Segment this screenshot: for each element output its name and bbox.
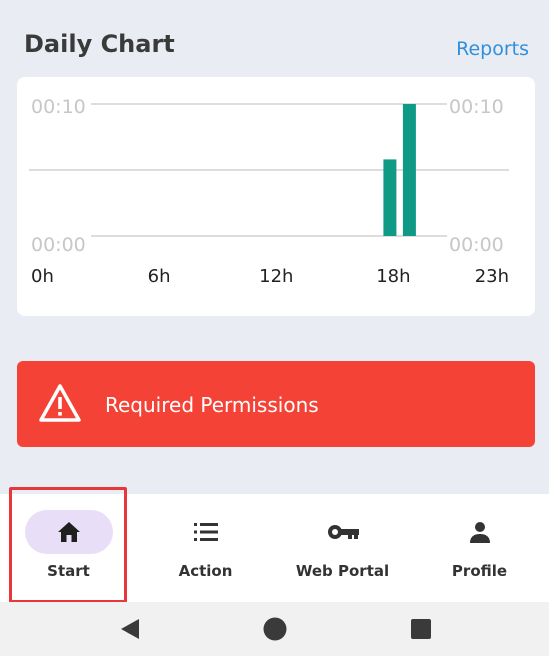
required-permissions-banner[interactable]: Required Permissions xyxy=(17,361,535,447)
nav-start-indicator xyxy=(24,510,113,554)
x-tick-label-12h: 12h xyxy=(259,266,293,287)
nav-item-profile[interactable]: Profile xyxy=(411,494,548,602)
y-right-label-bottom: 00:00 xyxy=(449,234,504,256)
home-circle-icon xyxy=(263,617,287,641)
x-tick-label-18h: 18h xyxy=(376,266,410,287)
y-left-label-bottom: 00:00 xyxy=(31,234,86,256)
nav-label-action: Action xyxy=(178,562,233,580)
page-title: Daily Chart xyxy=(24,30,175,58)
y-right-label-top: 00:10 xyxy=(449,96,504,118)
system-navigation-bar xyxy=(0,602,549,656)
key-icon xyxy=(327,525,359,539)
nav-label-profile: Profile xyxy=(451,562,508,580)
nav-item-action[interactable]: Action xyxy=(137,494,274,602)
chart-bar-17h xyxy=(383,159,397,236)
list-icon xyxy=(193,523,218,541)
bottom-navigation: Start Action Web Portal Profile xyxy=(0,494,549,602)
person-icon xyxy=(469,522,490,543)
nav-item-web-portal[interactable]: Web Portal xyxy=(274,494,411,602)
header: Daily Chart Reports xyxy=(0,0,549,76)
system-recents-button[interactable] xyxy=(391,602,451,656)
system-home-button[interactable] xyxy=(245,602,305,656)
x-tick-label-0h: 0h xyxy=(31,266,54,287)
system-back-button[interactable] xyxy=(100,602,160,656)
nav-item-start[interactable]: Start xyxy=(0,494,137,602)
reports-link[interactable]: Reports xyxy=(456,38,529,60)
warning-icon xyxy=(39,384,81,422)
x-tick-label-6h: 6h xyxy=(148,266,171,287)
daily-chart-card: 00:10 00:00 00:10 00:00 0h 6h 12h 18h 23h xyxy=(17,77,535,316)
required-permissions-label: Required Permissions xyxy=(105,393,319,417)
y-left-label-top: 00:10 xyxy=(31,96,86,118)
back-icon xyxy=(121,619,139,639)
recents-icon xyxy=(411,619,431,639)
chart-bar-18h xyxy=(402,104,416,236)
nav-label-start: Start xyxy=(47,562,90,580)
nav-label-web-portal: Web Portal xyxy=(295,562,390,580)
daily-chart: 00:10 00:00 00:10 00:00 0h 6h 12h 18h 23h xyxy=(29,96,509,287)
x-tick-label-23h: 23h xyxy=(475,266,509,287)
home-icon xyxy=(57,522,80,542)
